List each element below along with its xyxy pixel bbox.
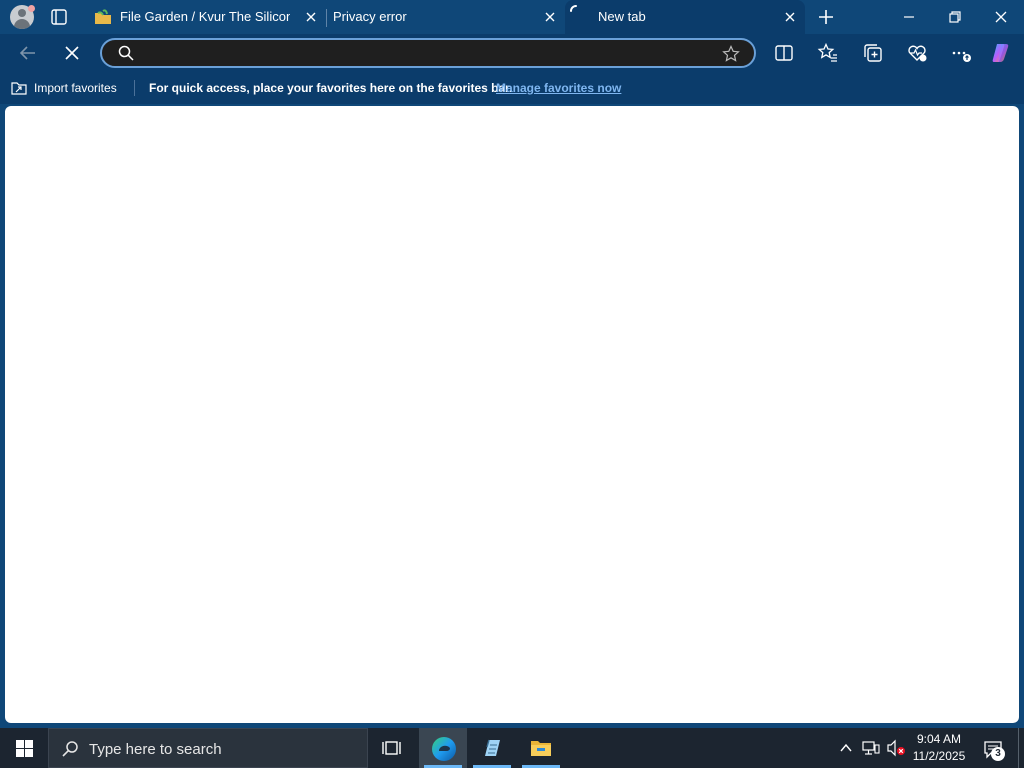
import-favorites-button[interactable]: Import favorites <box>10 79 117 97</box>
star-icon[interactable] <box>722 45 740 63</box>
tab-new-tab[interactable]: New tab <box>565 0 805 34</box>
search-icon <box>118 45 134 61</box>
back-arrow-icon[interactable] <box>16 41 40 65</box>
file-explorer-icon[interactable] <box>517 728 565 768</box>
plus-icon[interactable] <box>816 7 836 27</box>
windows-start-icon[interactable] <box>0 728 48 768</box>
page-content[interactable] <box>5 106 1019 723</box>
tab-privacy-error[interactable]: Privacy error <box>327 0 565 34</box>
notepad-icon[interactable] <box>468 728 516 768</box>
volume-muted-icon[interactable] <box>886 739 906 757</box>
copilot-icon[interactable] <box>989 41 1013 65</box>
more-icon[interactable] <box>948 41 972 65</box>
taskbar-clock[interactable]: 9:04 AM 11/2/2025 <box>908 731 970 765</box>
search-icon <box>61 740 79 758</box>
favorites-bar-message: For quick access, place your favorites h… <box>149 81 513 95</box>
edge-icon[interactable] <box>419 728 467 768</box>
import-favorites-label: Import favorites <box>34 81 117 95</box>
tab-actions-icon[interactable] <box>50 8 70 26</box>
address-input[interactable] <box>144 43 704 63</box>
clock-time: 9:04 AM <box>916 732 962 746</box>
window-close-icon[interactable] <box>978 0 1024 34</box>
network-icon[interactable] <box>862 739 880 757</box>
title-bar: File Garden / Kvur The Silicon Privacy e… <box>0 0 1024 34</box>
taskbar: Type here to search 9:04 AM 11/2/2025 3 <box>0 728 1024 768</box>
show-desktop-button[interactable] <box>1018 728 1024 768</box>
taskbar-search-box[interactable]: Type here to search <box>48 728 368 768</box>
restore-icon[interactable] <box>932 0 978 34</box>
clock-date: 11/2/2025 <box>912 749 966 763</box>
close-icon[interactable] <box>304 10 318 24</box>
task-view-icon[interactable] <box>368 728 416 768</box>
notification-count-badge: 3 <box>991 747 1005 761</box>
tab-title: File Garden / Kvur The Silicon <box>120 9 290 24</box>
close-icon[interactable] <box>783 10 797 24</box>
minimize-icon[interactable] <box>886 0 932 34</box>
loading-spinner-icon <box>569 4 583 18</box>
split-screen-icon[interactable] <box>772 41 796 65</box>
chevron-up-icon[interactable] <box>838 740 854 756</box>
favorites-bar: Import favorites For quick access, place… <box>0 72 1024 104</box>
favorites-icon[interactable] <box>816 41 840 65</box>
tab-favicon <box>94 9 112 25</box>
manage-favorites-link[interactable]: Manage favorites now <box>496 81 621 95</box>
profile-notification-dot <box>28 5 35 12</box>
tab-title: Privacy error <box>333 9 407 24</box>
tab-file-garden[interactable]: File Garden / Kvur The Silicon <box>88 0 326 34</box>
close-icon[interactable] <box>543 10 557 24</box>
stop-icon[interactable] <box>60 41 84 65</box>
taskbar-search-placeholder: Type here to search <box>89 741 222 758</box>
favorites-divider <box>134 80 135 96</box>
import-folder-icon <box>11 82 27 95</box>
performance-icon[interactable] <box>905 41 929 65</box>
tab-title: New tab <box>598 9 646 24</box>
address-bar[interactable] <box>100 38 756 68</box>
collections-icon[interactable] <box>861 41 885 65</box>
navigation-toolbar <box>0 34 1024 72</box>
